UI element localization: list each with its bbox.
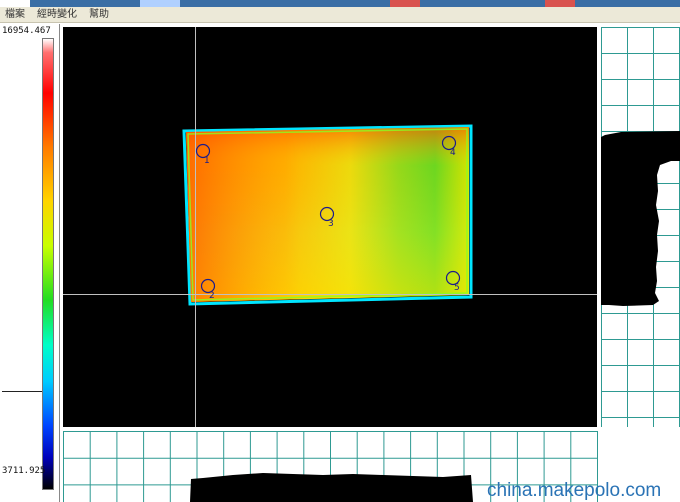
- measurement-point-3-label: 3: [328, 219, 334, 229]
- scale-max-value: 16954.467: [2, 26, 51, 36]
- app-icon: [0, 0, 30, 7]
- vertical-profile-trace: [601, 131, 680, 306]
- color-scale-bar: [42, 38, 54, 490]
- window-title-bar: [0, 0, 680, 7]
- heated-plate: [182, 124, 473, 306]
- measurement-point-5-label: 5: [454, 283, 460, 293]
- horizontal-profile-trace: [190, 473, 473, 502]
- vertical-profile-graph: [601, 27, 680, 427]
- measurement-point-1-label: 1: [204, 156, 210, 166]
- menu-help[interactable]: 幫助: [89, 8, 109, 21]
- title-bar-fragment: [390, 0, 420, 7]
- title-bar-fragment: [140, 0, 180, 7]
- thermal-image-view[interactable]: 1 2 3 4 5: [63, 27, 597, 427]
- title-bar-fragment: [545, 0, 575, 7]
- measurement-point-2-label: 2: [209, 291, 215, 301]
- scale-pointer-line[interactable]: [2, 390, 42, 392]
- menu-time-change[interactable]: 經時變化: [37, 8, 77, 21]
- menu-bar: 檔案 經時變化 幫助: [0, 7, 680, 23]
- watermark-text: china.makepolo.com: [487, 480, 662, 501]
- color-scale-panel: 16954.467 3711.925: [0, 24, 60, 502]
- thermal-image-svg: 1 2 3 4 5: [63, 27, 597, 427]
- measurement-point-4-label: 4: [450, 148, 456, 158]
- scale-min-value: 3711.925: [2, 466, 46, 476]
- menu-file[interactable]: 檔案: [5, 8, 25, 21]
